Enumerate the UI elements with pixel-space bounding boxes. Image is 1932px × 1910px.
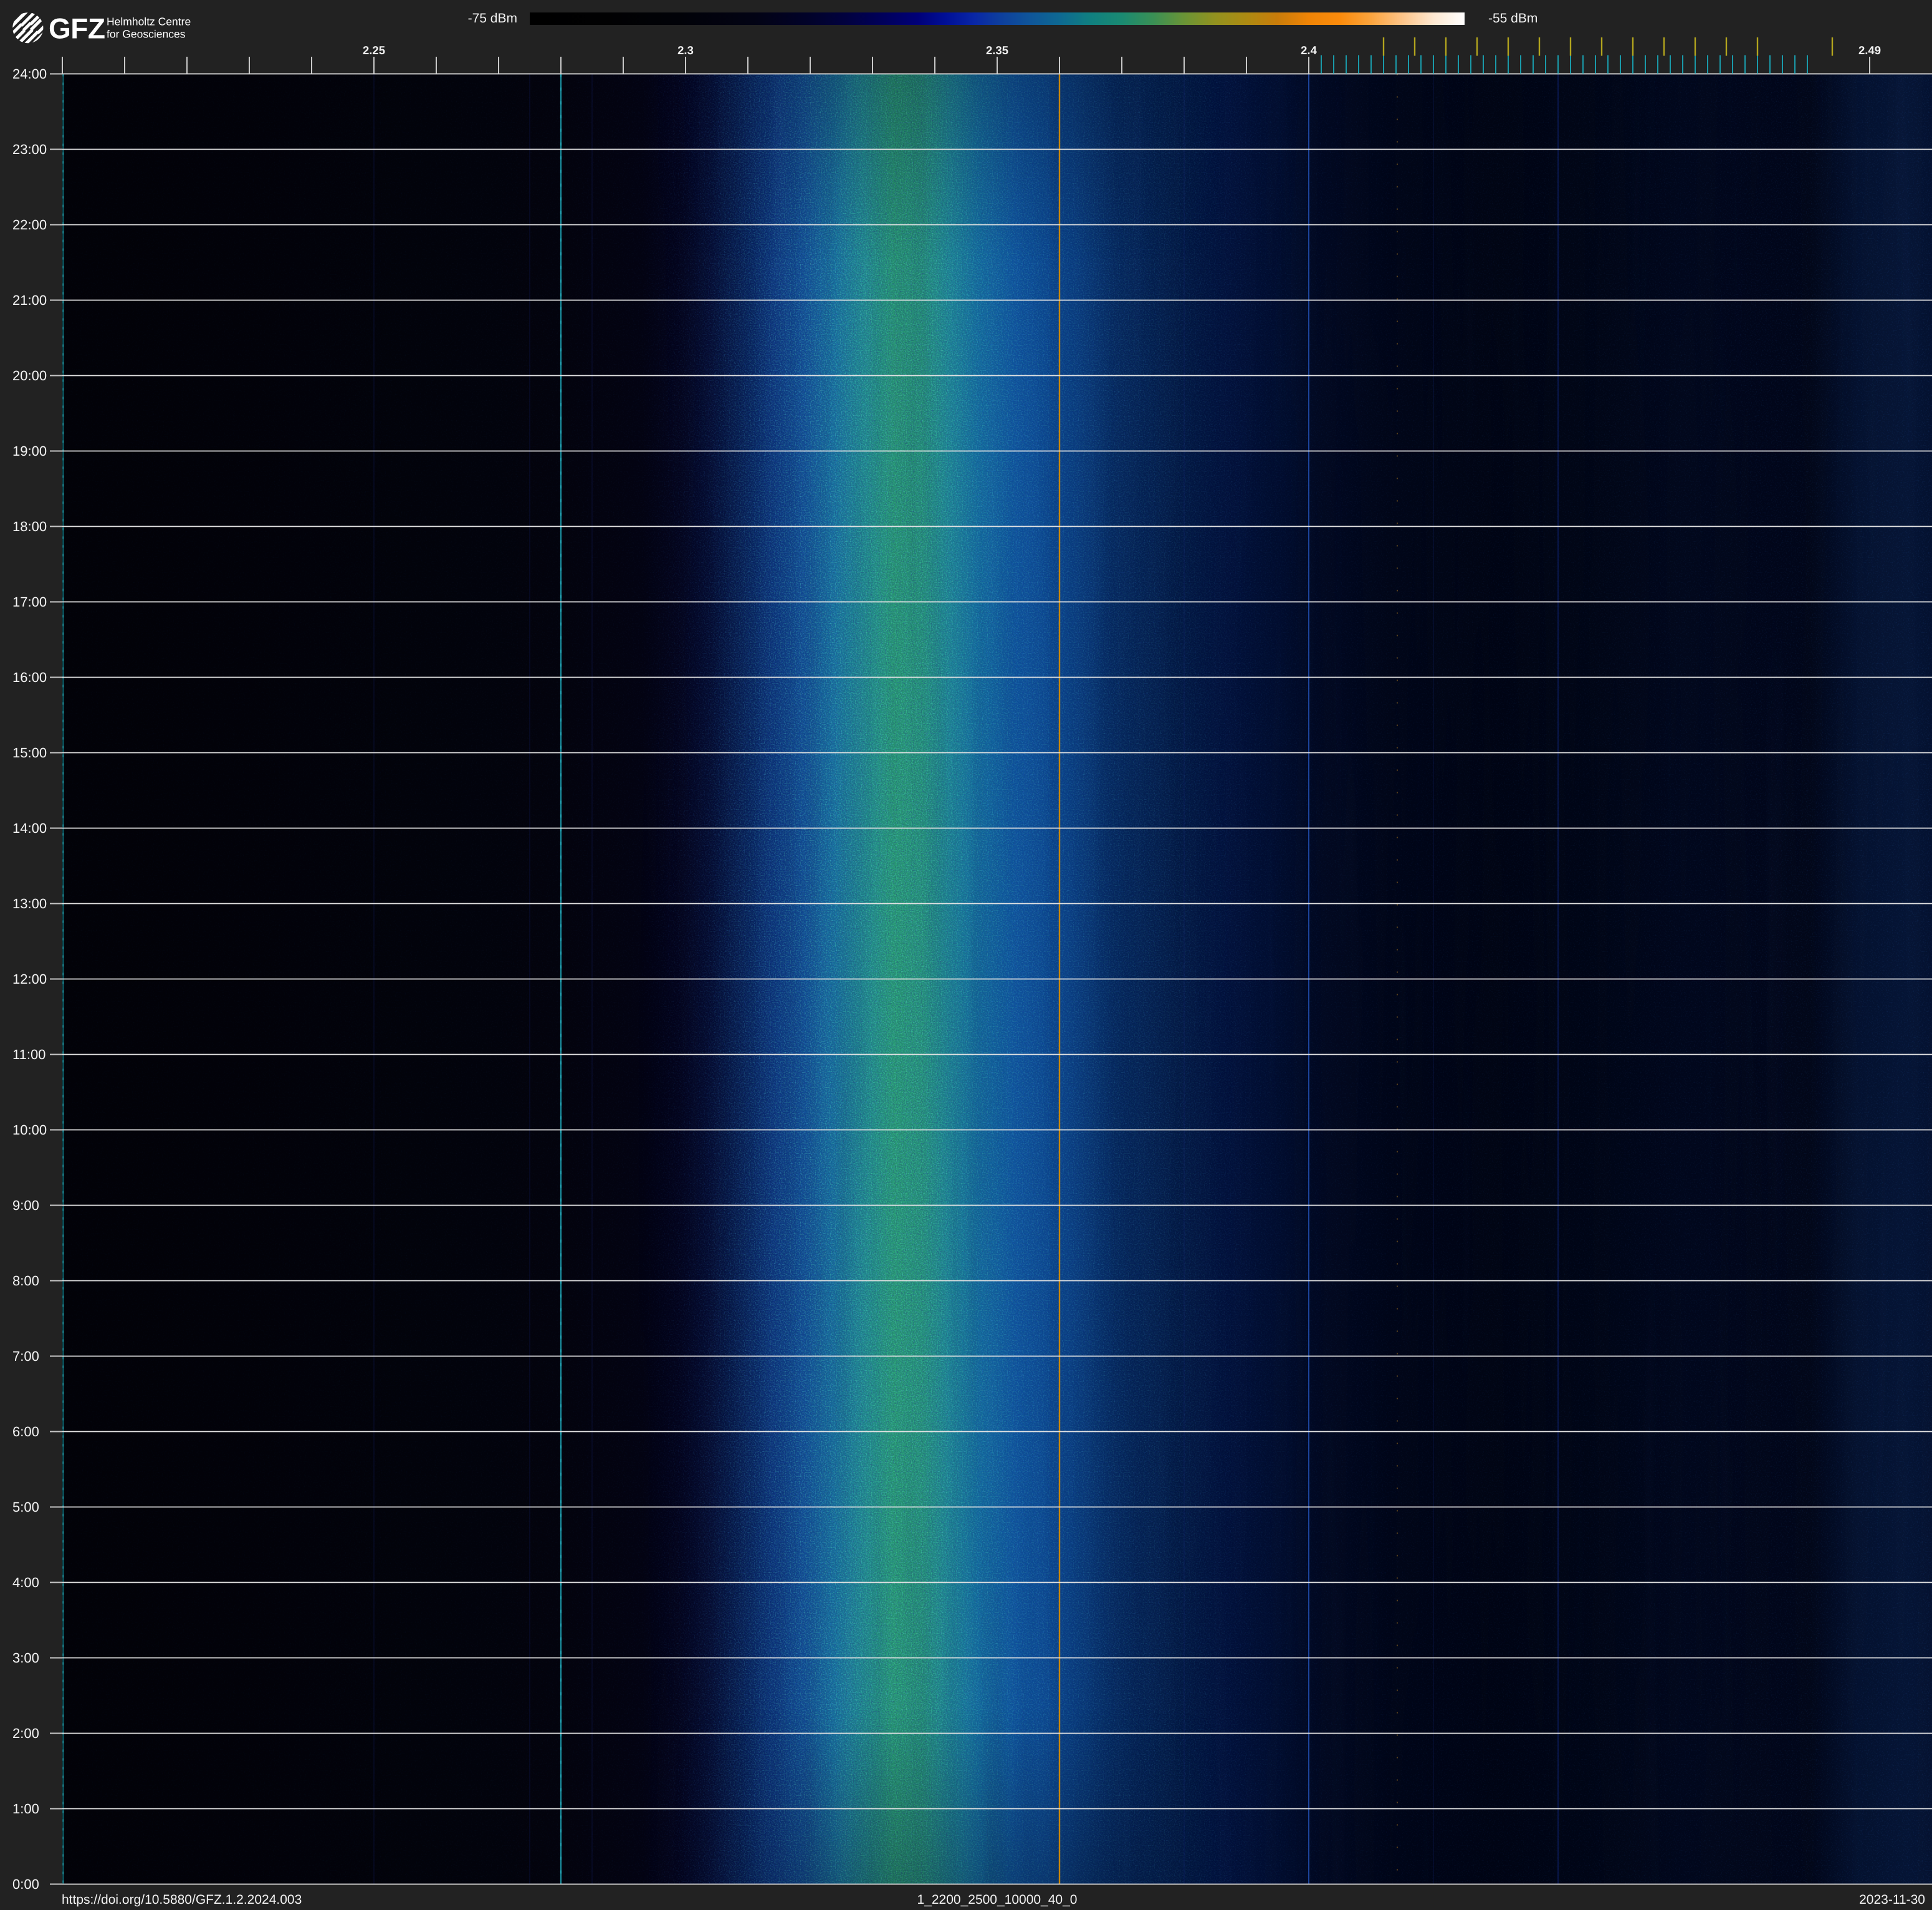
svg-text:23:00: 23:00: [12, 142, 47, 157]
svg-text:2.4: 2.4: [1301, 44, 1317, 57]
svg-text:5:00: 5:00: [12, 1499, 39, 1515]
svg-text:16:00: 16:00: [12, 669, 47, 685]
svg-text:6:00: 6:00: [12, 1424, 39, 1439]
svg-text:2.49: 2.49: [1858, 44, 1881, 57]
svg-text:19:00: 19:00: [12, 443, 47, 459]
svg-text:Helmholtz Centre: Helmholtz Centre: [107, 15, 191, 27]
svg-text:2.25: 2.25: [363, 44, 385, 57]
svg-text:4:00: 4:00: [12, 1575, 39, 1590]
svg-text:1:00: 1:00: [12, 1801, 39, 1816]
svg-text:8:00: 8:00: [12, 1273, 39, 1289]
svg-text:2:00: 2:00: [12, 1725, 39, 1741]
svg-text:https://doi.org/10.5880/GFZ.1.: https://doi.org/10.5880/GFZ.1.2.2024.003: [62, 1893, 302, 1907]
svg-text:24:00: 24:00: [12, 66, 47, 82]
svg-text:GFZ: GFZ: [49, 12, 105, 44]
svg-text:7:00: 7:00: [12, 1348, 39, 1364]
svg-text:10:00: 10:00: [12, 1122, 47, 1138]
svg-text:14:00: 14:00: [12, 820, 47, 836]
svg-text:2.3: 2.3: [677, 44, 694, 57]
svg-text:18:00: 18:00: [12, 519, 47, 534]
svg-text:-55 dBm: -55 dBm: [1488, 11, 1537, 26]
svg-text:0:00: 0:00: [12, 1876, 39, 1892]
svg-text:2.35: 2.35: [986, 44, 1008, 57]
svg-text:13:00: 13:00: [12, 896, 47, 911]
svg-text:12:00: 12:00: [12, 971, 47, 987]
svg-text:22:00: 22:00: [12, 217, 47, 233]
svg-text:9:00: 9:00: [12, 1197, 39, 1213]
svg-text:21:00: 21:00: [12, 292, 47, 308]
svg-text:3:00: 3:00: [12, 1650, 39, 1666]
svg-text:2023-11-30: 2023-11-30: [1859, 1893, 1925, 1907]
svg-text:11:00: 11:00: [12, 1047, 45, 1062]
svg-text:-75 dBm: -75 dBm: [468, 11, 517, 26]
svg-text:20:00: 20:00: [12, 368, 47, 383]
svg-text:17:00: 17:00: [12, 594, 47, 610]
svg-text:15:00: 15:00: [12, 745, 47, 761]
svg-text:1_2200_2500_10000_40_0: 1_2200_2500_10000_40_0: [917, 1893, 1078, 1907]
svg-text:for Geosciences: for Geosciences: [107, 27, 186, 40]
